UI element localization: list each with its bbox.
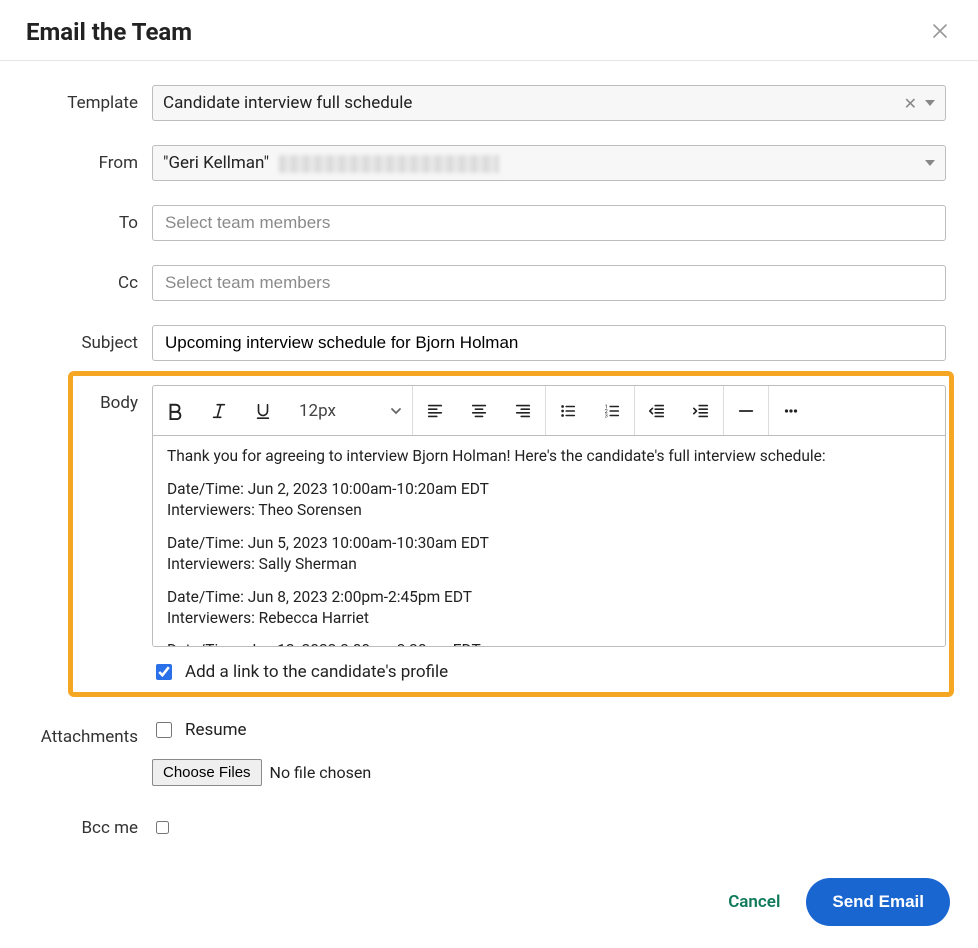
slot-datetime: Date/Time: Jun 2, 2023 10:00am-10:20am E… [167, 479, 931, 500]
resume-label: Resume [185, 720, 247, 740]
slot-datetime: Date/Time: Jun 12, 2023 3:00pm-3:30pm ED… [167, 640, 931, 647]
modal-header: Email the Team [0, 0, 978, 61]
to-input[interactable] [163, 212, 935, 234]
add-profile-link-checkbox[interactable] [156, 664, 172, 680]
to-row: To [32, 205, 946, 241]
subject-input-wrap [152, 325, 946, 361]
template-select[interactable]: Candidate interview full schedule ✕ [152, 85, 946, 121]
editor-toolbar: 12px 123 [152, 385, 946, 435]
from-email-redacted [279, 155, 499, 173]
template-row: Template Candidate interview full schedu… [32, 85, 946, 121]
email-team-modal: Email the Team Template Candidate interv… [0, 0, 978, 948]
interview-slot: Date/Time: Jun 8, 2023 2:00pm-2:45pm EDT… [167, 587, 931, 629]
attachments-row: Attachments Resume Choose Files No file … [32, 719, 946, 786]
interview-slot: Date/Time: Jun 2, 2023 10:00am-10:20am E… [167, 479, 931, 521]
chevron-down-icon [390, 405, 402, 417]
bcc-me-row: Bcc me [32, 810, 946, 838]
from-name: "Geri Kellman" [163, 153, 269, 173]
svg-text:3: 3 [605, 413, 608, 419]
interview-slot: Date/Time: Jun 12, 2023 3:00pm-3:30pm ED… [167, 640, 931, 647]
slot-datetime: Date/Time: Jun 8, 2023 2:00pm-2:45pm EDT [167, 587, 931, 608]
cc-input-wrap [152, 265, 946, 301]
align-right-button[interactable] [501, 386, 545, 436]
bcc-me-label: Bcc me [32, 810, 152, 838]
cc-label: Cc [32, 265, 152, 293]
from-label: From [32, 145, 152, 173]
bold-button[interactable] [153, 386, 197, 436]
chevron-down-icon[interactable] [925, 160, 935, 166]
font-size-value: 12px [299, 401, 336, 421]
resume-checkbox[interactable] [156, 722, 172, 738]
body-editor[interactable]: Thank you for agreeing to interview Bjor… [152, 435, 946, 647]
modal-footer: Cancel Send Email [728, 878, 950, 926]
body-row: Body 12px [32, 385, 946, 683]
slot-interviewers: Interviewers: Rebecca Harriet [167, 608, 931, 629]
close-icon[interactable] [928, 18, 952, 46]
clear-icon[interactable]: ✕ [904, 94, 917, 113]
slot-datetime: Date/Time: Jun 5, 2023 10:00am-10:30am E… [167, 533, 931, 554]
choose-files-button[interactable]: Choose Files [152, 759, 262, 786]
italic-button[interactable] [197, 386, 241, 436]
subject-row: Subject [32, 325, 946, 361]
more-button[interactable] [769, 386, 813, 436]
form: Template Candidate interview full schedu… [0, 61, 978, 838]
attachments-label: Attachments [32, 719, 152, 747]
from-value: "Geri Kellman" [163, 153, 925, 173]
cc-row: Cc [32, 265, 946, 301]
subject-label: Subject [32, 325, 152, 353]
horizontal-rule-button[interactable] [724, 386, 768, 436]
to-input-wrap [152, 205, 946, 241]
font-size-dropdown[interactable]: 12px [285, 386, 412, 436]
file-picker: Choose Files No file chosen [152, 759, 946, 786]
slot-interviewers: Interviewers: Theo Sorensen [167, 500, 931, 521]
to-label: To [32, 205, 152, 233]
indent-button[interactable] [679, 386, 723, 436]
modal-title: Email the Team [26, 18, 192, 46]
chevron-down-icon[interactable] [925, 100, 935, 106]
template-label: Template [32, 85, 152, 113]
interview-slot: Date/Time: Jun 5, 2023 10:00am-10:30am E… [167, 533, 931, 575]
unordered-list-button[interactable] [546, 386, 590, 436]
align-center-button[interactable] [457, 386, 501, 436]
ordered-list-button[interactable]: 123 [590, 386, 634, 436]
no-file-chosen: No file chosen [270, 763, 372, 782]
slot-interviewers: Interviewers: Sally Sherman [167, 554, 931, 575]
underline-button[interactable] [241, 386, 285, 436]
cc-input[interactable] [163, 272, 935, 294]
send-email-button[interactable]: Send Email [806, 878, 950, 926]
body-intro: Thank you for agreeing to interview Bjor… [167, 446, 931, 467]
bcc-me-checkbox[interactable] [156, 821, 169, 834]
template-value: Candidate interview full schedule [163, 93, 904, 113]
align-left-button[interactable] [413, 386, 457, 436]
from-row: From "Geri Kellman" [32, 145, 946, 181]
outdent-button[interactable] [635, 386, 679, 436]
add-profile-link-label: Add a link to the candidate's profile [185, 662, 448, 682]
from-select[interactable]: "Geri Kellman" [152, 145, 946, 181]
subject-input[interactable] [163, 332, 935, 354]
resume-row: Resume [152, 719, 946, 741]
cancel-button[interactable]: Cancel [728, 892, 780, 912]
body-label: Body [32, 385, 152, 413]
add-profile-link-row: Add a link to the candidate's profile [152, 661, 946, 683]
